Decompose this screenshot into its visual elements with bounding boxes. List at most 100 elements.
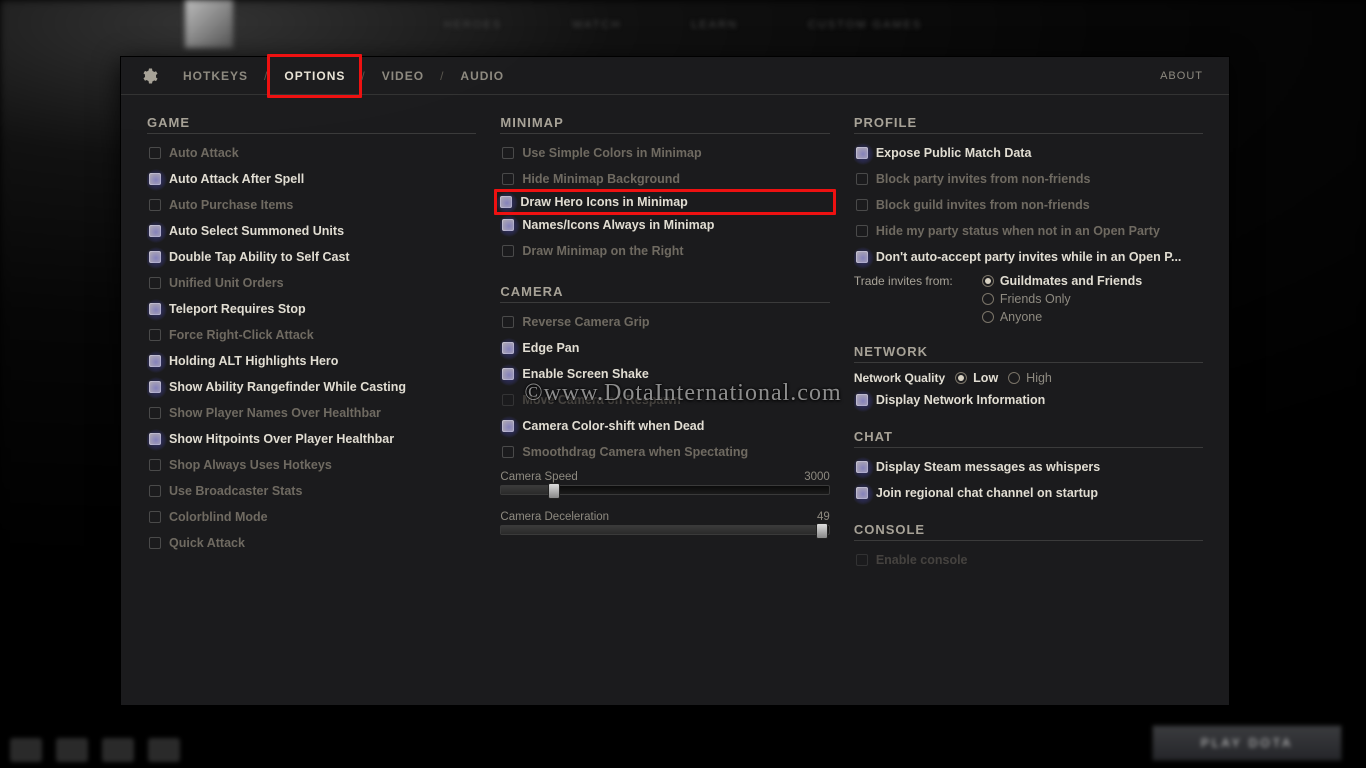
section-title-network: NETWORK	[854, 334, 1203, 363]
checkbox-block-party-nonfriends[interactable]	[856, 173, 868, 185]
checkbox-display-network-info[interactable]	[856, 394, 868, 406]
label-unified-unit-orders: Unified Unit Orders	[169, 276, 284, 290]
label-network-high: High	[1026, 371, 1052, 385]
label-move-camera-respawn: Move Camera on Respawn	[522, 393, 680, 407]
label-camera-deceleration: Camera Deceleration	[500, 511, 609, 523]
label-teleport-requires-stop: Teleport Requires Stop	[169, 302, 306, 316]
radio-trade-guildmates[interactable]	[982, 275, 994, 287]
checkbox-reverse-camera-grip[interactable]	[502, 316, 514, 328]
section-title-camera: CAMERA	[500, 274, 829, 303]
section-title-chat: CHAT	[854, 419, 1203, 448]
checkbox-join-regional-chat[interactable]	[856, 487, 868, 499]
tab-about[interactable]: ABOUT	[1160, 70, 1213, 82]
label-join-regional-chat: Join regional chat channel on startup	[876, 486, 1098, 500]
gear-icon[interactable]	[137, 57, 161, 95]
value-camera-speed: 3000	[804, 471, 830, 483]
checkbox-auto-attack-after-spell[interactable]	[149, 173, 161, 185]
section-title-game: GAME	[147, 105, 476, 134]
radio-network-low[interactable]	[955, 372, 967, 384]
label-camera-speed: Camera Speed	[500, 471, 577, 483]
label-draw-minimap-right: Draw Minimap on the Right	[522, 244, 683, 258]
checkbox-draw-hero-icons[interactable]	[500, 196, 512, 208]
label-auto-purchase-items: Auto Purchase Items	[169, 198, 293, 212]
label-trade-friends-only: Friends Only	[1000, 292, 1071, 306]
checkbox-colorblind-mode[interactable]	[149, 511, 161, 523]
slider-camera-speed[interactable]: Camera Speed 3000	[500, 469, 829, 495]
checkbox-double-tap-self-cast[interactable]	[149, 251, 161, 263]
label-network-quality: Network Quality	[854, 371, 945, 385]
label-double-tap-self-cast: Double Tap Ability to Self Cast	[169, 250, 350, 264]
checkbox-hide-minimap-background[interactable]	[502, 173, 514, 185]
checkbox-force-right-click-attack[interactable]	[149, 329, 161, 341]
checkbox-teleport-requires-stop[interactable]	[149, 303, 161, 315]
label-smoothdrag-spectating: Smoothdrag Camera when Spectating	[522, 445, 748, 459]
radio-network-high[interactable]	[1008, 372, 1020, 384]
checkbox-holding-alt-highlights-hero[interactable]	[149, 355, 161, 367]
label-force-right-click-attack: Force Right-Click Attack	[169, 328, 314, 342]
section-title-minimap: MINIMAP	[500, 105, 829, 134]
label-show-player-names: Show Player Names Over Healthbar	[169, 406, 381, 420]
checkbox-camera-color-shift-dead[interactable]	[502, 420, 514, 432]
label-display-network-info: Display Network Information	[876, 393, 1045, 407]
label-block-party-nonfriends: Block party invites from non-friends	[876, 172, 1091, 186]
checkbox-show-hitpoints[interactable]	[149, 433, 161, 445]
label-expose-public-match-data: Expose Public Match Data	[876, 146, 1032, 160]
checkbox-show-ability-rangefinder[interactable]	[149, 381, 161, 393]
checkbox-move-camera-respawn[interactable]	[502, 394, 514, 406]
label-display-steam-whispers: Display Steam messages as whispers	[876, 460, 1100, 474]
tab-audio[interactable]: AUDIO	[446, 57, 518, 95]
play-button[interactable]: PLAY DOTA	[1152, 725, 1342, 761]
checkbox-auto-select-summoned[interactable]	[149, 225, 161, 237]
label-quick-attack: Quick Attack	[169, 536, 245, 550]
settings-panel: HOTKEYS / OPTIONS / VIDEO / AUDIO ABOUT …	[120, 56, 1230, 706]
label-auto-attack-after-spell: Auto Attack After Spell	[169, 172, 304, 186]
main-nav-blurred: HEROES WATCH LEARN CUSTOM GAMES	[50, 8, 1316, 42]
checkbox-block-guild-nonfriends[interactable]	[856, 199, 868, 211]
radio-trade-anyone[interactable]	[982, 311, 994, 323]
checkbox-dont-autoaccept-open[interactable]	[856, 251, 868, 263]
checkbox-names-icons-always[interactable]	[502, 219, 514, 231]
radio-trade-friends-only[interactable]	[982, 293, 994, 305]
checkbox-simple-colors-minimap[interactable]	[502, 147, 514, 159]
column-game: GAME Auto Attack Auto Attack After Spell…	[147, 105, 476, 573]
label-enable-console: Enable console	[876, 553, 968, 567]
label-show-ability-rangefinder: Show Ability Rangefinder While Casting	[169, 380, 406, 394]
checkbox-display-steam-whispers[interactable]	[856, 461, 868, 473]
value-camera-deceleration: 49	[817, 511, 830, 523]
label-hide-party-status: Hide my party status when not in an Open…	[876, 224, 1160, 238]
label-colorblind-mode: Colorblind Mode	[169, 510, 268, 524]
checkbox-shop-hotkeys[interactable]	[149, 459, 161, 471]
label-draw-hero-icons: Draw Hero Icons in Minimap	[520, 195, 687, 209]
checkbox-enable-screen-shake[interactable]	[502, 368, 514, 380]
checkbox-auto-purchase-items[interactable]	[149, 199, 161, 211]
slider-camera-deceleration[interactable]: Camera Deceleration 49	[500, 509, 829, 535]
tab-hotkeys[interactable]: HOTKEYS	[169, 57, 262, 95]
checkbox-draw-minimap-right[interactable]	[502, 245, 514, 257]
settings-tabs: HOTKEYS / OPTIONS / VIDEO / AUDIO ABOUT	[121, 57, 1229, 95]
label-enable-screen-shake: Enable Screen Shake	[522, 367, 648, 381]
label-auto-attack: Auto Attack	[169, 146, 239, 160]
label-show-hitpoints: Show Hitpoints Over Player Healthbar	[169, 432, 394, 446]
checkbox-use-broadcaster-stats[interactable]	[149, 485, 161, 497]
checkbox-smoothdrag-spectating[interactable]	[502, 446, 514, 458]
checkbox-show-player-names[interactable]	[149, 407, 161, 419]
tab-video[interactable]: VIDEO	[368, 57, 438, 95]
label-trade-anyone: Anyone	[1000, 310, 1042, 324]
checkbox-hide-party-status[interactable]	[856, 225, 868, 237]
label-holding-alt-highlights-hero: Holding ALT Highlights Hero	[169, 354, 338, 368]
column-minimap-camera: MINIMAP Use Simple Colors in Minimap Hid…	[500, 105, 829, 573]
checkbox-quick-attack[interactable]	[149, 537, 161, 549]
section-title-profile: PROFILE	[854, 105, 1203, 134]
checkbox-expose-public-match-data[interactable]	[856, 147, 868, 159]
checkbox-unified-unit-orders[interactable]	[149, 277, 161, 289]
label-network-low: Low	[973, 371, 998, 385]
label-camera-color-shift-dead: Camera Color-shift when Dead	[522, 419, 704, 433]
checkbox-enable-console[interactable]	[856, 554, 868, 566]
label-shop-hotkeys: Shop Always Uses Hotkeys	[169, 458, 332, 472]
tab-options[interactable]: OPTIONS	[267, 54, 362, 98]
checkbox-edge-pan[interactable]	[502, 342, 514, 354]
checkbox-auto-attack[interactable]	[149, 147, 161, 159]
label-trade-invites-from: Trade invites from:	[854, 274, 972, 288]
label-dont-autoaccept-open: Don't auto-accept party invites while in…	[876, 250, 1182, 264]
column-profile: PROFILE Expose Public Match Data Block p…	[854, 105, 1203, 573]
